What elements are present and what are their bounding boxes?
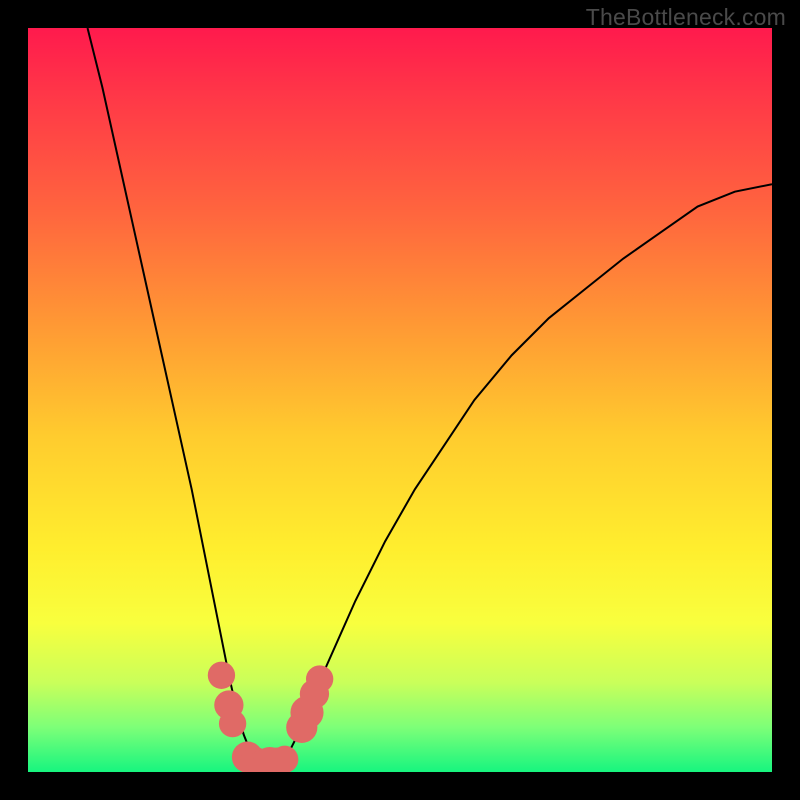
chart-svg xyxy=(28,28,772,772)
watermark-label: TheBottleneck.com xyxy=(586,4,786,31)
data-point xyxy=(306,665,333,692)
data-point xyxy=(208,662,235,689)
data-point xyxy=(219,710,246,737)
data-markers xyxy=(208,662,334,772)
plot-area xyxy=(28,28,772,772)
bottleneck-curve xyxy=(88,28,772,767)
chart-frame: TheBottleneck.com xyxy=(0,0,800,800)
data-point xyxy=(271,746,298,772)
